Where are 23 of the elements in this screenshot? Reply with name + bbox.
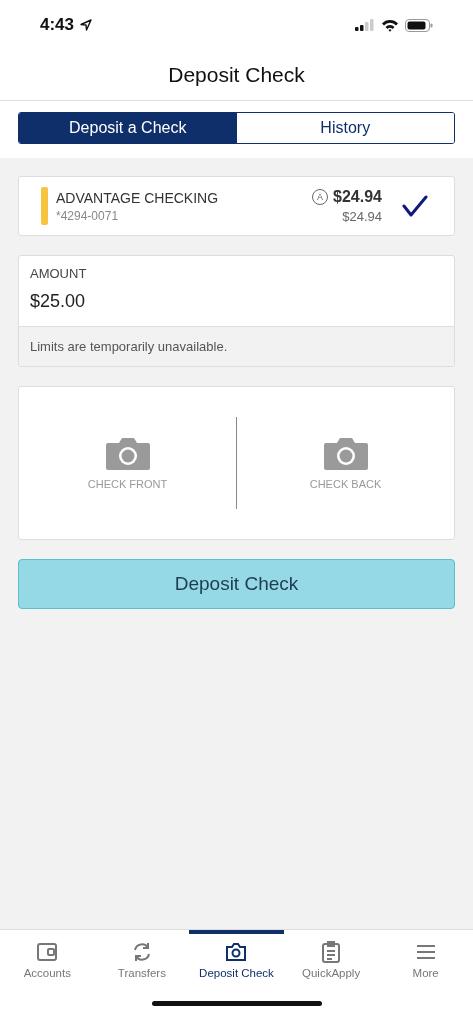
nav-tab[interactable]: QuickApply (283, 930, 379, 997)
account-name: ADVANTAGE CHECKING (56, 189, 219, 206)
page-title: Deposit Check (168, 63, 305, 87)
location-arrow-icon (80, 19, 93, 31)
battery-icon (405, 18, 433, 32)
nav-tab[interactable]: Transfers (94, 930, 190, 997)
account-balance: $24.94 (333, 188, 382, 206)
signal-icon (355, 19, 375, 31)
nav-tab[interactable]: More (378, 930, 473, 997)
wallet-icon (35, 940, 60, 964)
status-time: 4:43 (40, 15, 75, 35)
camera-icon (322, 436, 369, 470)
nav-tab[interactable]: Accounts (0, 930, 95, 997)
account-available-balance: $24.94 (342, 209, 382, 224)
tab[interactable]: Deposit a Check (19, 113, 237, 143)
deposit-button[interactable]: Deposit Check (18, 559, 455, 609)
camera-icon (224, 940, 249, 964)
account-card[interactable]: ADVANTAGE CHECKING *4294-0071 A $24.94 $24.94 (18, 176, 455, 236)
account-number: *4294-0071 (56, 208, 120, 223)
wifi-icon (381, 18, 399, 32)
camera-icon (104, 436, 151, 470)
limits-note: Limits are temporarily unavailable. (19, 326, 454, 366)
amount-label: AMOUNT (30, 266, 88, 281)
